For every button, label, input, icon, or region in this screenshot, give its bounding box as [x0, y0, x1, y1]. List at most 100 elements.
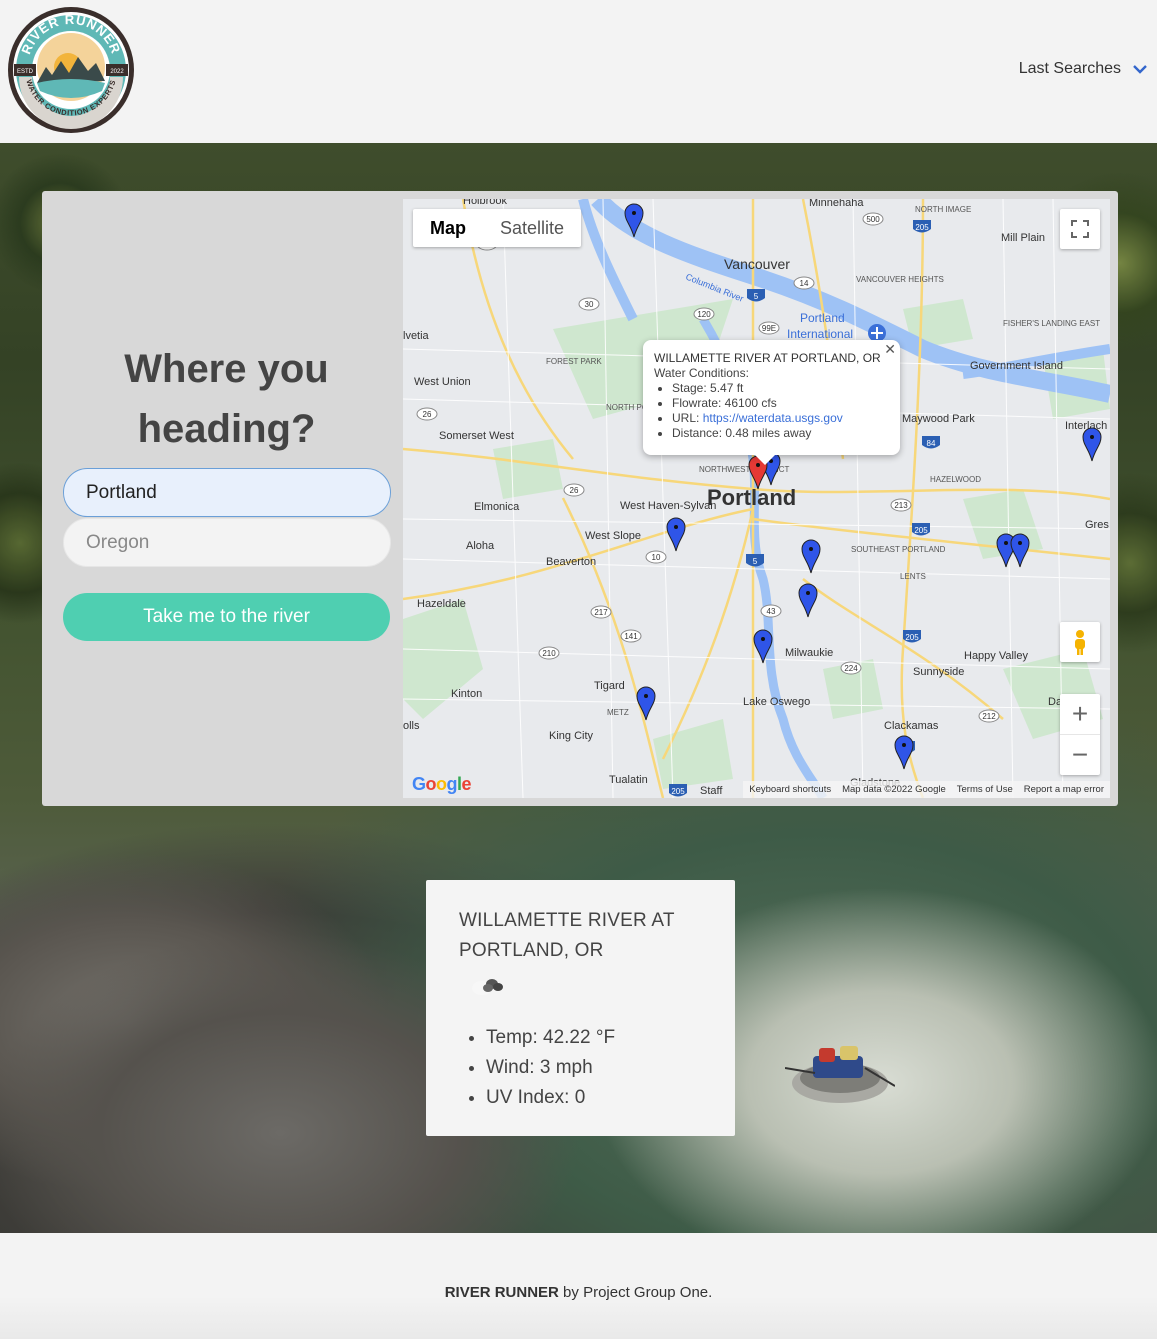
search-panel: Where you heading? Portland Oregon Take … [42, 191, 1118, 806]
svg-text:500: 500 [866, 215, 880, 224]
label-staff: Staff [700, 785, 723, 797]
label-tualatin: Tualatin [609, 774, 648, 786]
label-clackamas: Clackamas [884, 720, 939, 732]
info-url-label: URL: [672, 411, 700, 425]
highway-shield: 30 [578, 297, 600, 311]
svg-text:14: 14 [800, 279, 809, 288]
weather-title-line-2: PORTLAND, OR [459, 940, 604, 961]
keyboard-shortcuts-link[interactable]: Keyboard shortcuts [749, 784, 831, 795]
footer-text: by Project Group One. [558, 1284, 713, 1301]
river-runner-logo[interactable]: ESTD 2022 RIVER RUNNER WATER CONDITION E… [6, 5, 136, 135]
terms-link[interactable]: Terms of Use [957, 784, 1013, 795]
label-metzger: METZ [607, 708, 629, 717]
svg-text:205: 205 [671, 787, 685, 796]
label-cornelius: lvetia [403, 330, 430, 342]
info-flowrate: Flowrate: 46100 cfs [672, 396, 889, 411]
info-distance: Distance: 0.48 miles away [672, 426, 889, 441]
svg-text:141: 141 [624, 632, 638, 641]
svg-text:224: 224 [844, 664, 858, 673]
svg-text:10: 10 [652, 553, 661, 562]
google-logo[interactable]: Google [412, 774, 472, 795]
svg-text:5: 5 [753, 557, 758, 566]
weather-wind: Wind: 3 mph [486, 1053, 615, 1083]
highway-shield: 205 [912, 523, 930, 536]
label-west-haven: West Haven-Sylvan [620, 500, 716, 512]
chevron-down-icon [1133, 65, 1147, 74]
map-type-satellite[interactable]: Satellite [483, 209, 581, 247]
highway-shield: 141 [620, 629, 642, 643]
city-input[interactable]: Portland [63, 468, 391, 517]
highway-shield: 213 [890, 498, 912, 512]
label-milwaukie: Milwaukie [785, 647, 833, 659]
cloud-icon [472, 979, 503, 995]
info-title: WILLAMETTE RIVER AT PORTLAND, OR [654, 351, 881, 365]
svg-text:205: 205 [914, 526, 928, 535]
highway-shield: 26 [563, 483, 585, 497]
weather-list: Temp: 42.22 °F Wind: 3 mph UV Index: 0 [486, 1023, 615, 1113]
label-maywood-park: Maywood Park [902, 413, 975, 425]
close-icon[interactable]: ✕ [884, 342, 896, 357]
label-sunnyside: Sunnyside [913, 666, 964, 678]
highway-shield: 5 [747, 289, 765, 302]
fullscreen-button[interactable] [1060, 209, 1100, 249]
site-footer: RIVER RUNNER by Project Group One. [0, 1233, 1157, 1339]
map-type-map[interactable]: Map [413, 209, 483, 247]
zoom-out-button[interactable]: − [1060, 735, 1100, 775]
weather-title-line-1: WILLAMETTE RIVER AT [459, 910, 675, 931]
highway-shield: 84 [922, 436, 940, 449]
pegman-icon [1075, 630, 1085, 655]
state-input[interactable]: Oregon [63, 518, 391, 567]
svg-text:26: 26 [423, 410, 432, 419]
last-searches-label: Last Searches [1018, 60, 1121, 77]
highway-shield: 205 [913, 220, 931, 233]
street-view-pegman[interactable] [1060, 622, 1100, 662]
zoom-in-button[interactable]: + [1060, 695, 1100, 735]
zoom-control: + − [1060, 694, 1100, 775]
map-data-text: Map data ©2022 Google [842, 784, 946, 795]
highway-shield: 212 [978, 709, 1000, 723]
map-info-window: ✕ WILLAMETTE RIVER AT PORTLAND, OR Water… [643, 340, 900, 465]
highway-shield: 500 [862, 212, 884, 226]
weather-title: WILLAMETTE RIVER AT PORTLAND, OR [459, 906, 735, 966]
svg-text:84: 84 [927, 439, 936, 448]
label-gresham: Gres [1085, 519, 1109, 531]
take-me-to-river-button[interactable]: Take me to the river [63, 593, 390, 641]
info-url-link[interactable]: https://waterdata.usgs.gov [703, 411, 843, 425]
report-error-link[interactable]: Report a map error [1024, 784, 1104, 795]
highway-shield: 217 [590, 605, 612, 619]
footer-brand: RIVER RUNNER [444, 1284, 559, 1301]
svg-text:213: 213 [894, 501, 908, 510]
label-kinton: Kinton [451, 688, 482, 700]
highway-shield: 120 [693, 307, 715, 321]
label-mill-plain: Mill Plain [1001, 232, 1045, 244]
label-somerset-west: Somerset West [439, 430, 514, 442]
svg-text:120: 120 [697, 310, 711, 319]
svg-text:217: 217 [594, 608, 608, 617]
label-lents: LENTS [900, 572, 926, 581]
map-tiles[interactable]: Vancouver Portland Portland Internationa… [403, 199, 1110, 798]
label-southeast-portland: SOUTHEAST PORTLAND [851, 545, 946, 554]
google-map[interactable]: Vancouver Portland Portland Internationa… [403, 199, 1110, 798]
label-hazelwood: HAZELWOOD [930, 475, 981, 484]
svg-text:5: 5 [754, 292, 759, 301]
label-portland: Portland [707, 485, 796, 510]
weather-card: WILLAMETTE RIVER AT PORTLAND, OR Temp: 4… [426, 880, 735, 1136]
label-north-image: NORTH IMAGE [915, 205, 971, 214]
search-heading: Where you heading? [84, 339, 369, 459]
last-searches-dropdown[interactable]: Last Searches [1019, 60, 1149, 78]
highway-shield: 26 [416, 407, 438, 421]
label-minnehaha: Minnehaha [809, 199, 864, 209]
label-government-island: Government Island [970, 360, 1063, 372]
svg-text:30: 30 [585, 300, 594, 309]
highway-shield: 5 [746, 554, 764, 567]
label-happy-valley: Happy Valley [964, 650, 1028, 662]
info-list: Stage: 5.47 ft Flowrate: 46100 cfs URL: … [672, 381, 889, 441]
heading-line-2: heading? [137, 407, 316, 451]
highway-shield: 99E [758, 321, 780, 335]
info-url-item: URL: https://waterdata.usgs.gov [672, 411, 889, 426]
label-vancouver-heights: VANCOUVER HEIGHTS [856, 275, 944, 284]
heading-line-1: Where you [124, 347, 329, 391]
label-portland-intl-1: Portland [800, 311, 845, 325]
svg-text:210: 210 [542, 649, 556, 658]
logo-estd: ESTD [17, 69, 34, 75]
